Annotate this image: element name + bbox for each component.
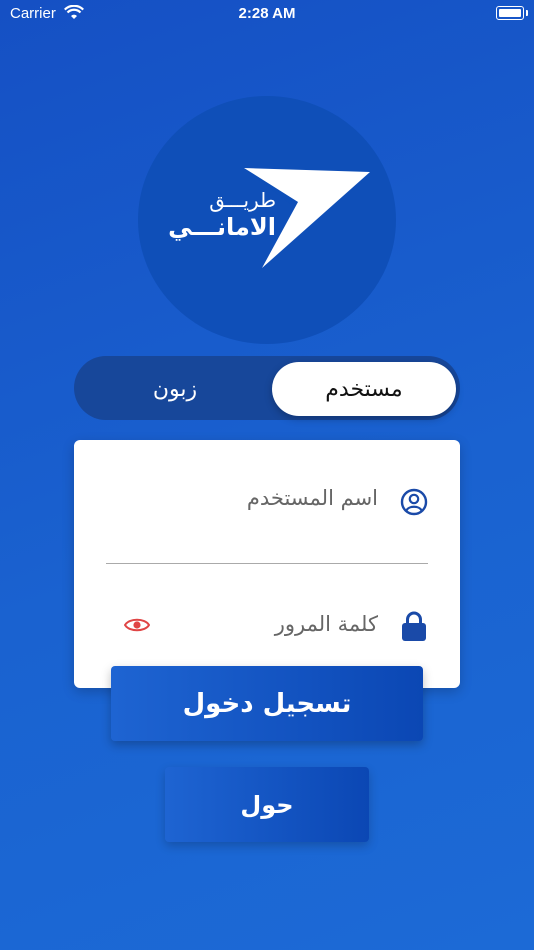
battery-icon (496, 6, 528, 20)
status-time: 2:28 AM (238, 5, 296, 22)
field-divider (106, 563, 428, 564)
paper-plane-arrow-icon (244, 168, 370, 268)
user-circle-icon (400, 488, 428, 516)
login-button[interactable]: تسجيل دخول (111, 666, 423, 741)
tab-user[interactable]: مستخدم (272, 362, 456, 416)
password-input[interactable]: كلمة المرور (275, 612, 378, 636)
username-input[interactable]: اسم المستخدم (247, 486, 378, 510)
login-form-card: اسم المستخدم كلمة المرور (74, 440, 460, 688)
status-bar: Carrier 2:28 AM (0, 0, 534, 30)
app-logo: طريـــق الامانـــي (138, 96, 396, 344)
eye-icon[interactable] (124, 616, 150, 634)
about-button[interactable]: حول (165, 767, 369, 842)
lock-icon (402, 611, 426, 641)
tab-customer[interactable]: زبون (80, 362, 270, 416)
